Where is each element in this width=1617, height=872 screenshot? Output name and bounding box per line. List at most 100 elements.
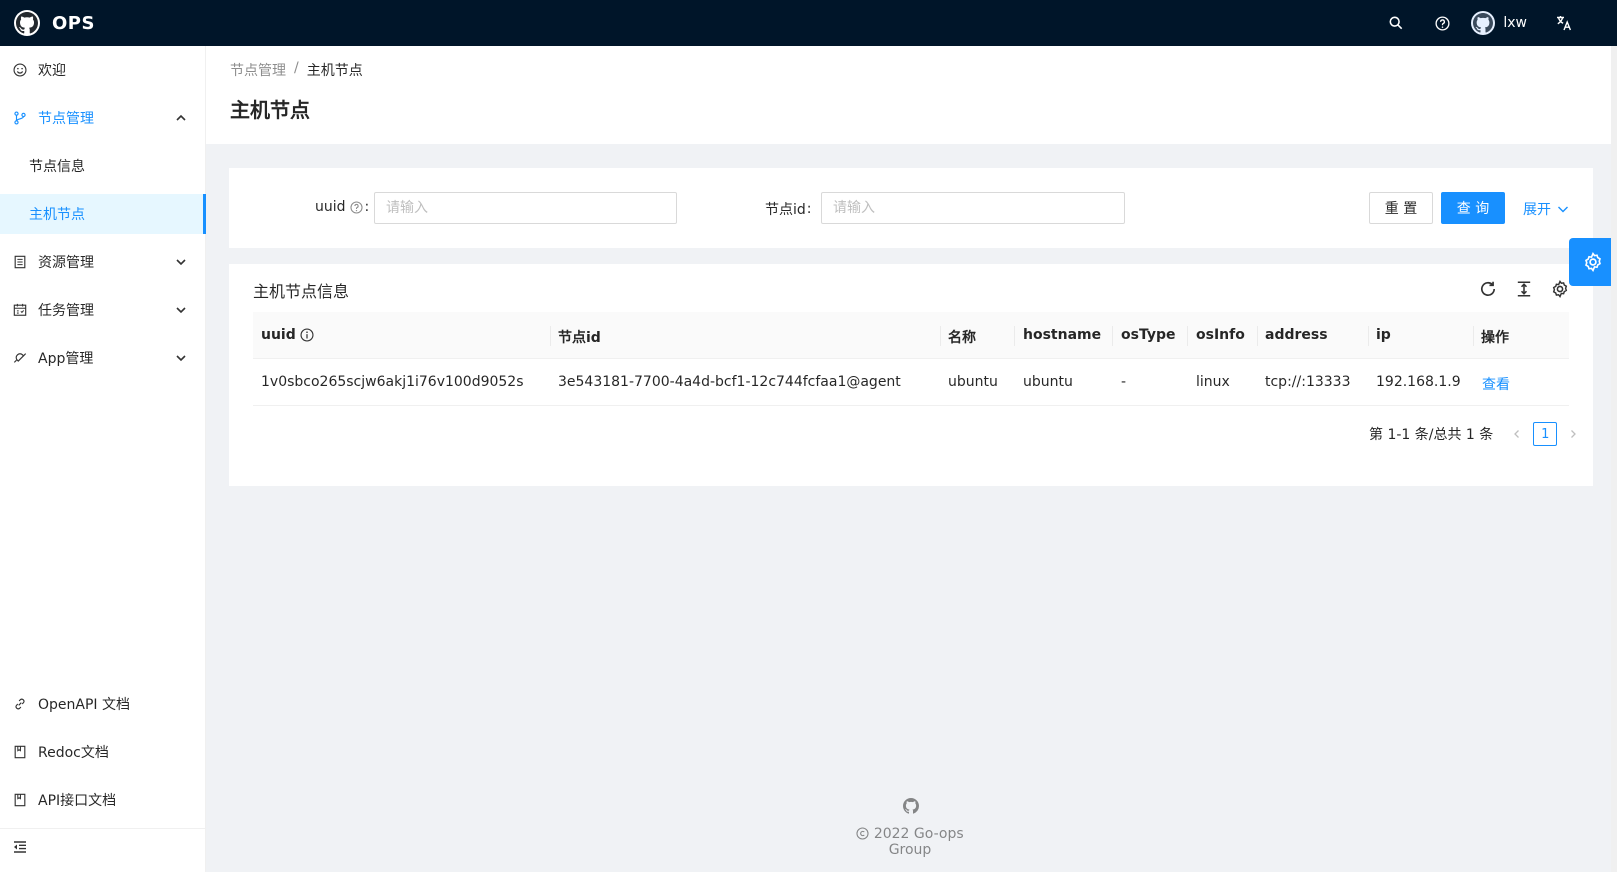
- pagination-total: 第 1-1 条/总共 1 条: [1369, 427, 1494, 443]
- branches-icon: [12, 110, 28, 126]
- sidebar-item-label: App管理: [38, 351, 94, 367]
- column-header-ip[interactable]: ip: [1376, 327, 1391, 343]
- cell-os-type: -: [1121, 374, 1127, 390]
- column-divider: [550, 326, 551, 346]
- uuid-label: uuid :: [315, 199, 369, 215]
- column-divider: [1014, 326, 1015, 346]
- sidebar-item-label: 节点信息: [29, 159, 85, 175]
- sidebar-item-label: 任务管理: [38, 303, 94, 319]
- sidebar-link-label: Redoc文档: [38, 745, 109, 761]
- table-header: uuid 节点id 名称 hostname osType osInfo addr…: [253, 312, 1569, 359]
- column-divider: [1368, 326, 1369, 346]
- chevron-down-icon: [176, 355, 186, 362]
- cell-hostname: ubuntu: [1023, 374, 1073, 390]
- setting-drawer-button[interactable]: [1569, 238, 1617, 286]
- page-header: 节点管理 / 主机节点 主机节点: [206, 46, 1617, 144]
- sidebar-link-label: API接口文档: [38, 793, 117, 809]
- chevron-down-icon: [176, 307, 186, 314]
- scrollbar[interactable]: [1611, 46, 1617, 872]
- sidebar-item-app-management[interactable]: App管理: [0, 338, 206, 378]
- top-header: OPS lxw: [0, 0, 1617, 46]
- sidebar-link-label: OpenAPI 文档: [38, 697, 130, 713]
- sidebar-link-redoc-docs[interactable]: Redoc文档: [0, 732, 206, 772]
- api-icon: [12, 350, 28, 366]
- column-header-hostname[interactable]: hostname: [1023, 327, 1101, 343]
- info-circle-icon[interactable]: [300, 328, 314, 342]
- view-link[interactable]: 查看: [1482, 374, 1510, 394]
- menu-fold-button[interactable]: [12, 839, 32, 859]
- menu-fold-icon: [14, 841, 26, 853]
- setting-icon: [1585, 252, 1601, 272]
- node-id-label-colon: :: [806, 201, 812, 217]
- pagination-next-button[interactable]: [1561, 422, 1585, 446]
- help-button[interactable]: [1419, 0, 1465, 46]
- expand-toggle[interactable]: 展开: [1523, 199, 1569, 219]
- cell-ip: 192.168.1.9: [1376, 374, 1461, 390]
- sidebar-item-label: 节点管理: [38, 111, 94, 127]
- expand-label: 展开: [1523, 202, 1551, 218]
- sidebar-item-label: 资源管理: [38, 255, 94, 271]
- column-divider: [1257, 326, 1258, 346]
- column-header-os-info[interactable]: osInfo: [1196, 327, 1245, 343]
- profile-icon: [12, 254, 28, 270]
- book-icon: [12, 744, 28, 760]
- sidebar-item-welcome[interactable]: 欢迎: [0, 50, 206, 90]
- footer-copyright: 2022 Go-ops Group: [840, 826, 980, 858]
- sidebar-item-host-nodes[interactable]: 主机节点: [0, 194, 206, 234]
- sidebar-item-label: 欢迎: [38, 63, 66, 79]
- github-logo-icon: [14, 10, 40, 36]
- sidebar-item-node-management[interactable]: 节点管理: [0, 98, 206, 138]
- column-header-name[interactable]: 名称: [948, 327, 976, 347]
- copyright-icon: [856, 827, 869, 840]
- column-divider: [1187, 326, 1188, 346]
- sidebar-link-openapi-docs[interactable]: OpenAPI 文档: [0, 684, 206, 724]
- breadcrumb-link-node-management[interactable]: 节点管理: [230, 60, 286, 80]
- logo[interactable]: OPS: [0, 10, 95, 36]
- node-id-input[interactable]: [821, 192, 1125, 224]
- question-circle-icon: [1435, 15, 1450, 31]
- sidebar-item-resource-management[interactable]: 资源管理: [0, 242, 206, 282]
- column-divider: [1473, 326, 1474, 346]
- setting-icon[interactable]: [1551, 280, 1569, 298]
- sidebar-item-node-info[interactable]: 节点信息: [0, 146, 206, 186]
- sidebar-link-api-docs[interactable]: API接口文档: [0, 780, 206, 820]
- book-icon: [12, 792, 28, 808]
- cell-os-info: linux: [1196, 374, 1230, 390]
- uuid-label-colon: :: [364, 199, 370, 215]
- column-header-node-id[interactable]: 节点id: [558, 327, 601, 347]
- question-circle-icon[interactable]: [349, 200, 363, 214]
- column-height-icon[interactable]: [1515, 280, 1533, 298]
- reset-button[interactable]: 重 置: [1369, 192, 1433, 224]
- uuid-input[interactable]: [374, 192, 677, 224]
- column-header-os-type[interactable]: osType: [1121, 327, 1175, 343]
- pagination-page-1[interactable]: 1: [1533, 422, 1558, 446]
- column-header-uuid[interactable]: uuid: [261, 327, 314, 343]
- language-button[interactable]: [1541, 0, 1587, 46]
- cell-node-id: 3e543181-7700-4a4d-bcf1-12c744fcfaa1@age…: [558, 374, 901, 390]
- pagination-prev-button[interactable]: [1505, 422, 1529, 446]
- avatar: [1471, 11, 1496, 35]
- table-row: 1v0sbco265scjw6akj1i76v100d9052s 3e54318…: [253, 359, 1569, 406]
- footer-copyright-text: 2022 Go-ops Group: [873, 826, 964, 858]
- column-divider: [1112, 326, 1113, 346]
- query-button[interactable]: 查 询: [1441, 192, 1505, 224]
- chevron-down-icon: [176, 259, 186, 266]
- github-icon[interactable]: [903, 798, 919, 814]
- sidebar-item-task-management[interactable]: 任务管理: [0, 290, 206, 330]
- column-divider: [940, 326, 941, 346]
- search-button[interactable]: [1373, 0, 1419, 46]
- smile-icon: [12, 62, 28, 78]
- user-menu[interactable]: lxw: [1465, 0, 1541, 46]
- chevron-left-icon: [1514, 430, 1520, 438]
- column-header-action[interactable]: 操作: [1481, 327, 1509, 347]
- breadcrumb-current: 主机节点: [306, 63, 363, 79]
- breadcrumb: 节点管理 / 主机节点: [230, 60, 363, 80]
- page-title: 主机节点: [230, 98, 310, 122]
- chevron-down-icon: [1558, 206, 1568, 213]
- column-header-label: uuid: [261, 327, 296, 343]
- uuid-label-text: uuid: [315, 199, 346, 215]
- search-icon: [1389, 16, 1403, 30]
- search-form: uuid : 节点id : 重 置 查 询 展开: [229, 168, 1593, 248]
- column-header-address[interactable]: address: [1265, 327, 1328, 343]
- reload-icon[interactable]: [1479, 280, 1497, 298]
